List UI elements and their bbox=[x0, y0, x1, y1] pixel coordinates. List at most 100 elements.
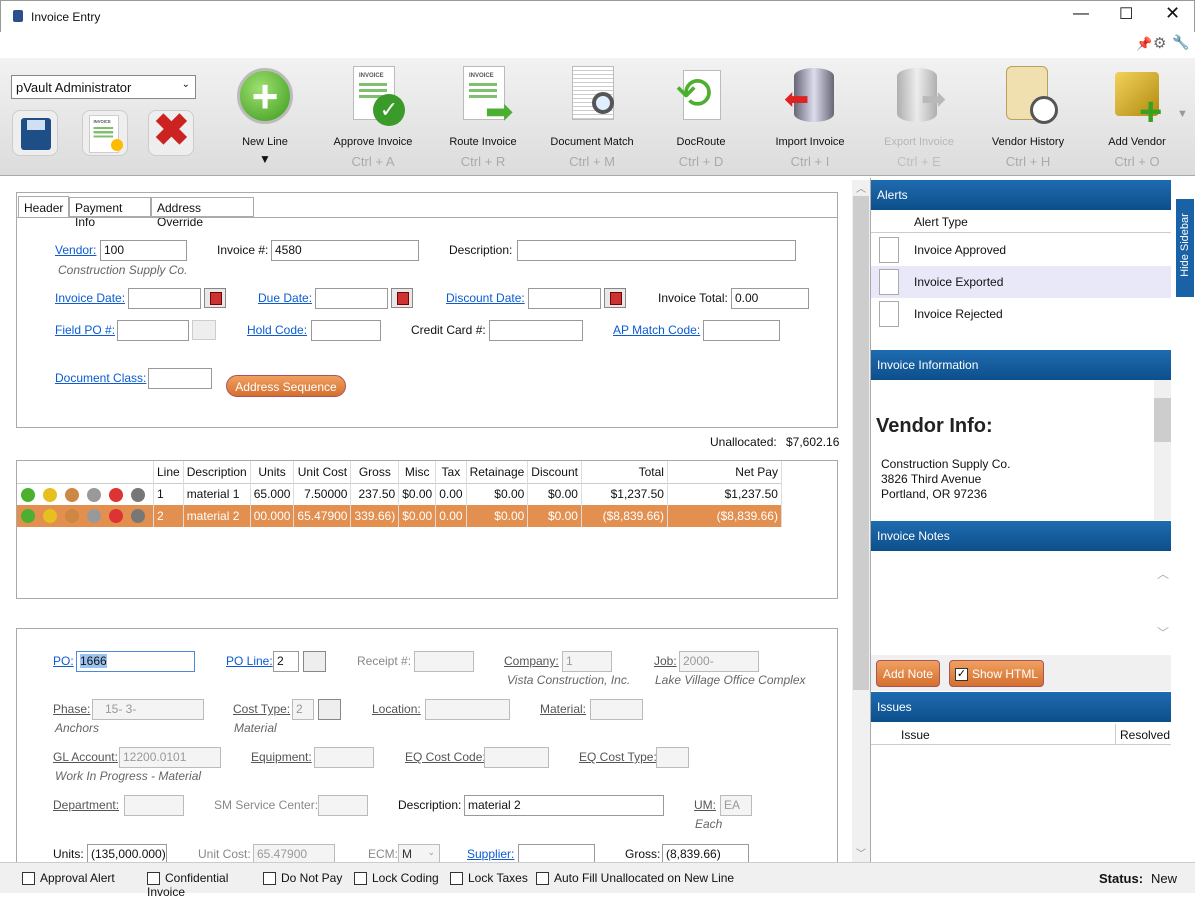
due-date-link[interactable]: Due Date: bbox=[258, 291, 312, 305]
table-row[interactable]: 2 material 2 00.000 65.47900 339.66) $0.00 0.0… bbox=[17, 505, 782, 527]
table-cell[interactable]: 0.00 bbox=[435, 505, 467, 527]
column-header[interactable]: Unit Cost bbox=[293, 461, 352, 483]
alert-item[interactable]: Invoice Exported bbox=[871, 266, 1171, 298]
left-scrollbar[interactable]: ︿ ﹀ bbox=[852, 180, 870, 862]
sm-service-center-field[interactable] bbox=[318, 795, 368, 816]
field-po-field[interactable] bbox=[117, 320, 189, 341]
hold-code-field[interactable] bbox=[311, 320, 381, 341]
delete-line-icon[interactable] bbox=[109, 487, 123, 502]
export-invoice-button[interactable]: ➡ Export Invoice Ctrl + E bbox=[864, 64, 974, 169]
delete-line-icon[interactable] bbox=[109, 509, 123, 524]
table-cell[interactable]: material 2 bbox=[183, 505, 251, 527]
footer-checkbox[interactable]: Lock Taxes bbox=[450, 871, 536, 899]
phase-field[interactable]: 15- 3- bbox=[92, 699, 204, 720]
import-invoice-button[interactable]: ⬅ Import Invoice Ctrl + I bbox=[755, 64, 865, 169]
add-line-icon[interactable] bbox=[21, 509, 35, 524]
issue-column-header[interactable]: Issue bbox=[901, 728, 930, 742]
route-invoice-button[interactable]: ➡ Route Invoice Ctrl + R bbox=[428, 64, 538, 169]
material-link[interactable]: Material: bbox=[540, 702, 586, 716]
ap-match-code-link[interactable]: AP Match Code: bbox=[613, 323, 700, 337]
scroll-down-icon[interactable]: ﹀ bbox=[1157, 624, 1169, 641]
cost-type-lookup-icon[interactable] bbox=[318, 699, 341, 720]
column-header[interactable]: Retainage bbox=[466, 461, 529, 483]
calendar-icon[interactable] bbox=[604, 288, 626, 308]
close-button[interactable]: ✕ bbox=[1165, 3, 1180, 24]
eq-cost-code-link[interactable]: EQ Cost Code: bbox=[405, 750, 486, 764]
table-cell[interactable]: $0.00 bbox=[466, 483, 529, 505]
table-cell[interactable]: 2 bbox=[153, 505, 184, 527]
checkbox-checked-icon[interactable]: ✓ bbox=[954, 668, 968, 682]
resolved-column-header[interactable]: Resolved bbox=[1115, 724, 1170, 745]
invoice-number-field[interactable]: 4580 bbox=[271, 240, 419, 261]
gear-icon[interactable]: ⚙ bbox=[1153, 34, 1166, 52]
table-cell[interactable]: $1,237.50 bbox=[667, 483, 782, 505]
po-field[interactable]: 1666 bbox=[80, 654, 107, 668]
add-line-icon[interactable] bbox=[21, 487, 35, 502]
description-field[interactable] bbox=[517, 240, 796, 261]
table-cell[interactable]: material 1 bbox=[183, 483, 251, 505]
invoice-date-link[interactable]: Invoice Date: bbox=[55, 291, 125, 305]
table-cell[interactable]: 0.00 bbox=[435, 483, 467, 505]
discount-date-link[interactable]: Discount Date: bbox=[446, 291, 525, 305]
material-field[interactable] bbox=[590, 699, 643, 720]
hide-sidebar-tab[interactable]: Hide Sidebar bbox=[1176, 199, 1194, 297]
eq-cost-type-link[interactable]: EQ Cost Type: bbox=[579, 750, 657, 764]
cost-type-field[interactable]: 2 bbox=[292, 699, 314, 720]
toolbar-overflow-icon[interactable]: ▼ bbox=[1177, 108, 1188, 120]
tab-header[interactable]: Header bbox=[18, 196, 69, 218]
table-cell[interactable]: $1,237.50 bbox=[581, 483, 668, 505]
maximize-button[interactable]: ☐ bbox=[1119, 4, 1133, 24]
new-invoice-button[interactable] bbox=[82, 110, 128, 156]
column-header[interactable]: Net Pay bbox=[667, 461, 782, 483]
eq-cost-code-field[interactable] bbox=[484, 747, 549, 768]
table-cell[interactable]: $0.00 bbox=[527, 483, 582, 505]
discount-date-field[interactable] bbox=[528, 288, 601, 309]
footer-checkbox[interactable]: Do Not Pay bbox=[263, 871, 354, 899]
gl-account-field[interactable]: 12200.0101 bbox=[119, 747, 221, 768]
table-cell[interactable]: 339.66) bbox=[350, 505, 400, 527]
table-cell[interactable]: 00.000 bbox=[250, 505, 295, 527]
docroute-button[interactable]: ⟲ DocRoute Ctrl + D bbox=[646, 64, 756, 169]
invoice-date-field[interactable] bbox=[128, 288, 201, 309]
copy-line-icon[interactable] bbox=[43, 509, 57, 524]
table-cell[interactable]: 237.50 bbox=[350, 483, 400, 505]
gl-account-link[interactable]: GL Account: bbox=[53, 750, 118, 764]
table-cell[interactable]: ($8,839.66) bbox=[667, 505, 782, 527]
checkbox-icon[interactable] bbox=[450, 872, 463, 886]
table-cell[interactable]: 65.47900 bbox=[293, 505, 352, 527]
column-header[interactable]: Misc bbox=[398, 461, 437, 483]
location-link[interactable]: Location: bbox=[372, 702, 421, 716]
calendar-icon[interactable] bbox=[204, 288, 226, 308]
table-cell[interactable]: $0.00 bbox=[466, 505, 529, 527]
column-header[interactable]: Gross bbox=[350, 461, 400, 483]
tab-payment-info[interactable]: Payment Info bbox=[69, 197, 151, 229]
vendor-history-button[interactable]: Vendor History Ctrl + H bbox=[973, 64, 1083, 169]
hold-code-link[interactable]: Hold Code: bbox=[247, 323, 307, 337]
refresh-line-icon[interactable] bbox=[65, 487, 79, 502]
show-html-toggle[interactable]: ✓ Show HTML bbox=[949, 660, 1044, 687]
table-cell[interactable]: 7.50000 bbox=[293, 483, 352, 505]
footer-checkbox[interactable]: Auto Fill Unallocated on New Line bbox=[536, 871, 756, 899]
column-header[interactable]: Discount bbox=[527, 461, 582, 483]
footer-checkbox[interactable]: Confidential Invoice bbox=[147, 871, 263, 899]
company-field[interactable]: 1 bbox=[562, 651, 612, 672]
table-cell[interactable]: $0.00 bbox=[398, 483, 437, 505]
alert-item[interactable]: Invoice Approved bbox=[871, 234, 1171, 266]
phase-link[interactable]: Phase: bbox=[53, 702, 90, 716]
um-field[interactable]: EA bbox=[720, 795, 752, 816]
field-po-link[interactable]: Field PO #: bbox=[55, 323, 115, 337]
scroll-up-icon[interactable]: ︿ bbox=[1157, 565, 1169, 582]
footer-checkbox[interactable]: Approval Alert bbox=[22, 871, 147, 899]
invoice-info-scrollbar[interactable] bbox=[1154, 380, 1171, 520]
document-class-link[interactable]: Document Class: bbox=[55, 371, 146, 385]
eq-cost-type-field[interactable] bbox=[656, 747, 689, 768]
due-date-field[interactable] bbox=[315, 288, 388, 309]
column-header[interactable]: Line bbox=[153, 461, 184, 483]
table-cell[interactable]: $0.00 bbox=[527, 505, 582, 527]
po-line-link[interactable]: PO Line: bbox=[226, 654, 273, 668]
supplier-link[interactable]: Supplier: bbox=[467, 847, 514, 861]
invoice-total-field[interactable]: 0.00 bbox=[731, 288, 809, 309]
table-cell[interactable]: 1 bbox=[153, 483, 184, 505]
user-select[interactable]: pVault Administrator ⌄ bbox=[11, 75, 196, 99]
table-cell[interactable]: $0.00 bbox=[398, 505, 437, 527]
